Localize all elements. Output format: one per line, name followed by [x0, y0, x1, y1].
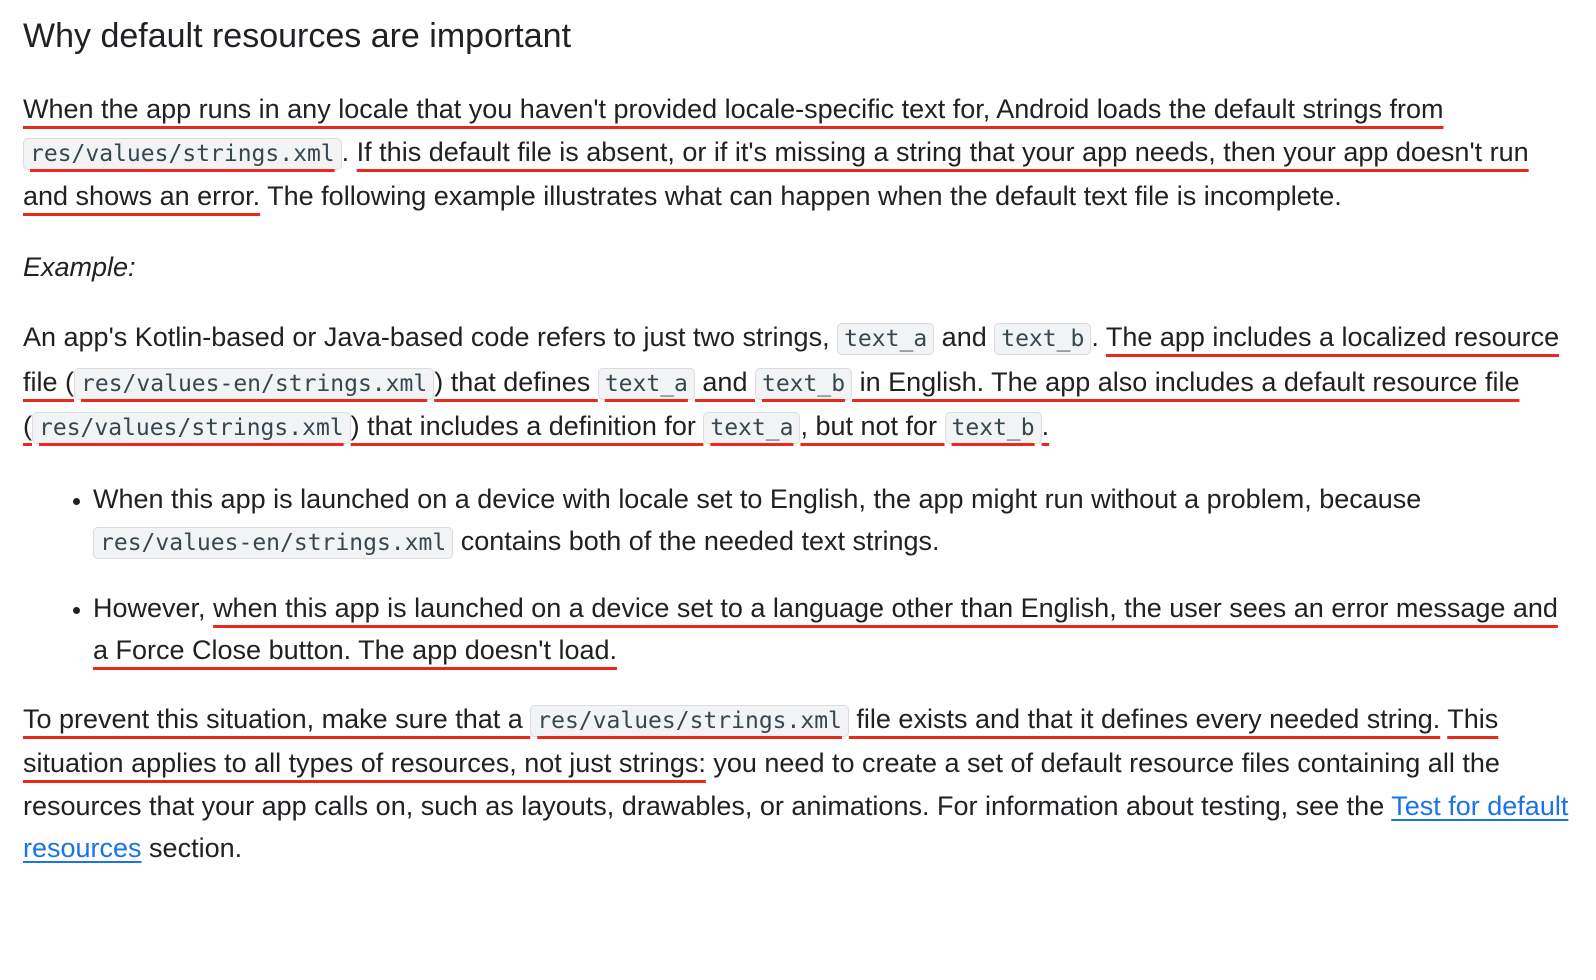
paragraph-text: The following example illustrates what c… [260, 181, 1342, 211]
paragraph-text: ) that defines [434, 366, 598, 397]
intro-paragraph: When the app runs in any locale that you… [23, 88, 1573, 218]
inline-code: res/values-en/strings.xml [74, 367, 435, 400]
paragraph-text: section. [141, 833, 243, 863]
paragraph-text: and [694, 366, 755, 397]
example-label: Example: [23, 246, 1573, 289]
example-paragraph: An app's Kotlin-based or Java-based code… [23, 316, 1573, 450]
inline-code: text_b [994, 323, 1092, 355]
example-label-text: Example: [23, 251, 136, 282]
paragraph-text: . [341, 136, 350, 167]
paragraph-text: When the app runs in any locale that you… [23, 94, 1444, 124]
list-item: However, when this app is launched on a … [93, 587, 1573, 672]
inline-code: text_b [754, 367, 853, 400]
annotated-text: To prevent this situation, make sure tha… [23, 703, 1441, 737]
example-bullet-list: When this app is launched on a device wi… [23, 478, 1573, 672]
paragraph-text: To prevent this situation, make sure tha… [23, 703, 531, 734]
inline-code: text_a [837, 323, 935, 355]
paragraph-text: , but not for [800, 411, 945, 441]
annotated-text: when this app is launched on a device se… [93, 592, 1558, 666]
paragraph-text: . [1091, 322, 1106, 352]
inline-code: res/values/strings.xml [23, 137, 342, 170]
list-item-text: contains both of the needed text strings… [453, 526, 940, 556]
section-heading: Why default resources are important [23, 17, 572, 55]
list-item-text: When this app is launched on a device wi… [93, 483, 1422, 514]
inline-code: text_a [597, 367, 695, 400]
conclusion-paragraph: To prevent this situation, make sure tha… [23, 698, 1573, 870]
paragraph-text: . [1041, 411, 1050, 441]
paragraph-text: and [934, 322, 995, 352]
inline-code: res/values/strings.xml [32, 412, 351, 444]
inline-code: text_a [703, 412, 801, 444]
paragraph-text: ) that includes a definition for [350, 411, 704, 441]
inline-code: res/values-en/strings.xml [93, 527, 454, 559]
paragraph-text: file exists and that it defines every ne… [848, 703, 1441, 734]
list-item: When this app is launched on a device wi… [93, 478, 1573, 565]
inline-code: res/values/strings.xml [530, 704, 849, 737]
paragraph-text: An app's Kotlin-based or Java-based code… [23, 322, 838, 352]
list-item-text: However, [93, 592, 214, 623]
inline-code: text_b [944, 412, 1042, 444]
article: Why default resources are important When… [0, 0, 1596, 870]
